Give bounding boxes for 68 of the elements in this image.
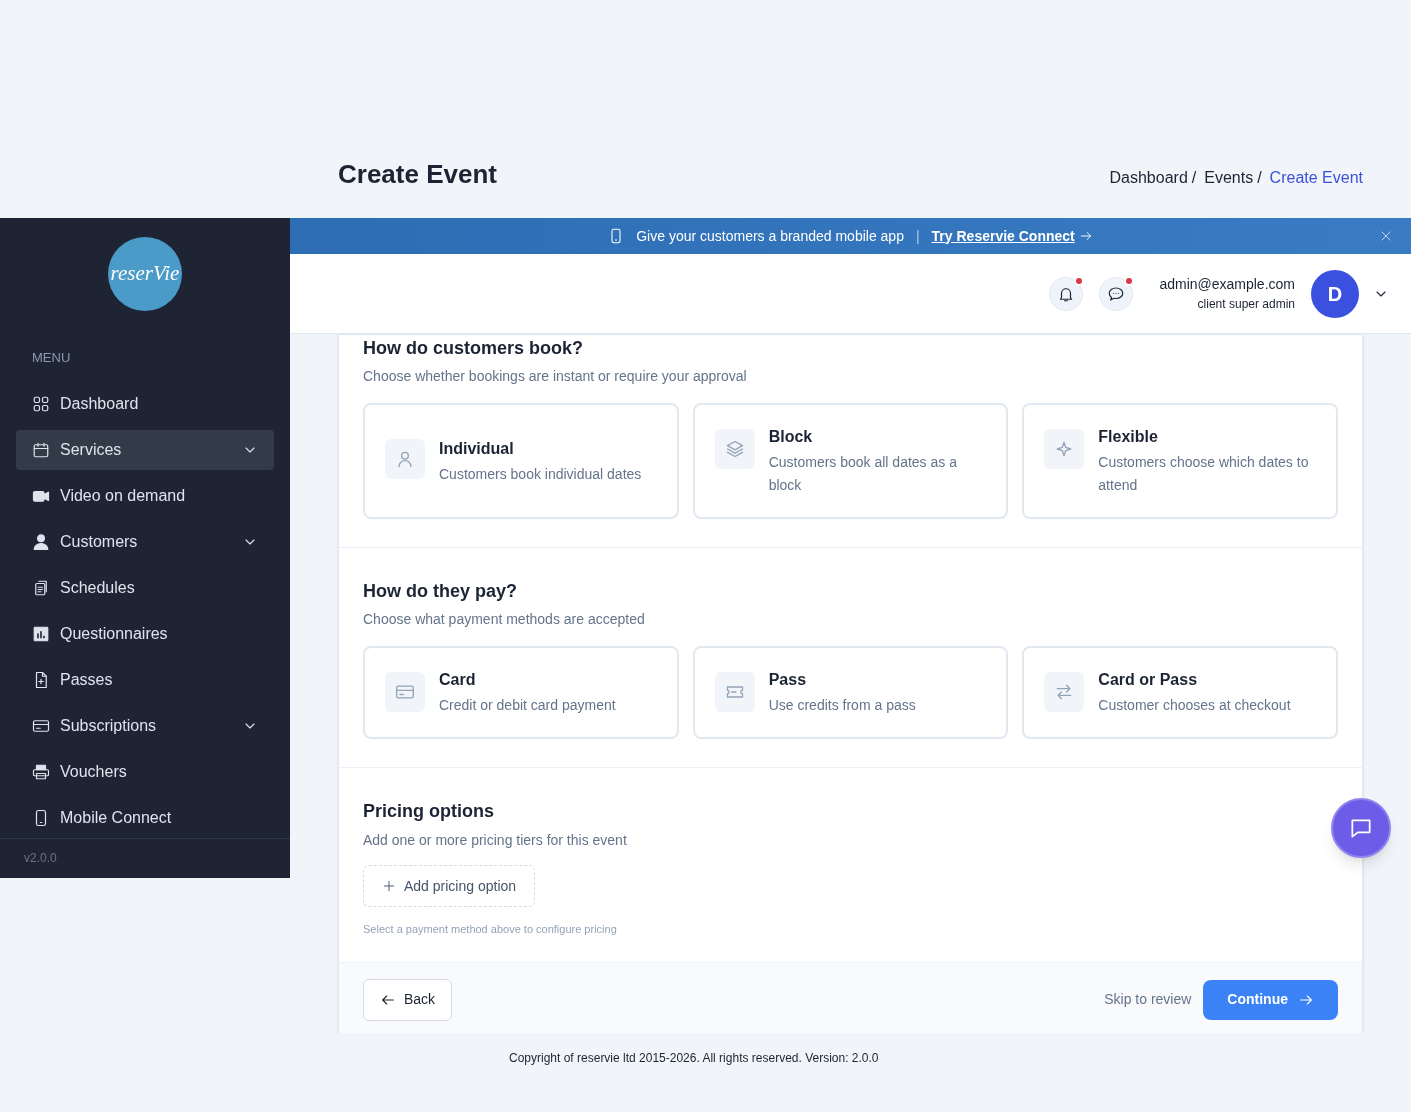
section-title: Pricing options [363, 800, 495, 823]
option-title: Flexible [1098, 427, 1159, 447]
sidebar-item[interactable]: Services [16, 429, 274, 470]
banner-separator: | [915, 226, 920, 246]
messages-button[interactable] [1099, 276, 1134, 311]
bar-chart-icon [32, 624, 50, 643]
option-title: Card or Pass [1098, 670, 1199, 690]
clipboard-icon [32, 578, 50, 597]
sidebar-item[interactable]: Video on demand [16, 475, 274, 516]
option-title: Card [439, 670, 477, 690]
plus-icon [382, 879, 396, 893]
option-description: Customers book individual dates [439, 464, 642, 484]
option-title: Individual [439, 438, 515, 459]
option-card[interactable]: Pass Use credits from a pass [692, 646, 1009, 739]
sidebar-item[interactable]: Vouchers [16, 751, 274, 792]
option-description: Credit or debit card payment [439, 696, 616, 715]
user-role: client super admin [1197, 296, 1295, 313]
user-icon [32, 532, 50, 551]
option-description: Customers choose which dates to attend [1098, 453, 1310, 495]
option-title: Block [768, 427, 814, 447]
sidebar-item[interactable]: Customers [16, 521, 274, 562]
sidebar-item[interactable]: Passes [16, 659, 274, 700]
layers-icon [724, 439, 745, 459]
breadcrumb-separator: / [1257, 168, 1262, 188]
sidebar-item[interactable]: Dashboard [16, 383, 274, 424]
section-title: How do customers book? [363, 337, 585, 360]
notification-button[interactable] [1049, 276, 1084, 311]
continue-button[interactable]: Continue [1203, 979, 1338, 1020]
skip-link[interactable]: Skip to review [1104, 989, 1192, 1010]
arrow-right-icon [1078, 229, 1093, 243]
sidebar-item[interactable]: Schedules [16, 567, 274, 608]
breadcrumb-separator: / [1191, 168, 1197, 188]
section-title: How do they pay? [363, 580, 518, 603]
section-subtitle: Add one or more pricing tiers for this event [363, 831, 628, 850]
menu-label: MENU [32, 349, 72, 367]
option-card[interactable]: Flexible Customers choose which dates to attend [1022, 403, 1338, 519]
pricing-hint: Select a payment method above to configure pricing [363, 922, 618, 937]
option-card[interactable]: Card or Pass Customer chooses at checkout [1022, 646, 1338, 739]
close-button[interactable] [1379, 229, 1393, 243]
back-button[interactable]: Back [363, 978, 453, 1021]
option-description: Use credits from a pass [768, 696, 916, 715]
banner-text: Give your customers a branded mobile app [636, 226, 904, 246]
option-description: Customer chooses at checkout [1098, 696, 1291, 715]
sidebar-item[interactable]: Subscriptions [16, 705, 274, 746]
section-subtitle: Choose what payment methods are accepted [363, 610, 646, 629]
option-card[interactable]: Block Customers book all dates as a block [692, 403, 1009, 519]
chat-button[interactable] [1331, 798, 1391, 858]
calendar-icon [32, 440, 50, 459]
option-description: Customers book all dates as a block [768, 453, 958, 495]
breadcrumb-link[interactable]: Events [1204, 166, 1254, 190]
option-card[interactable]: Card Credit or debit card payment [363, 646, 679, 739]
user-avatar[interactable]: D [1311, 269, 1359, 318]
printer-icon [32, 762, 50, 781]
section-subtitle: Choose whether bookings are instant or require your approval [363, 367, 748, 386]
option-title: Pass [768, 670, 808, 690]
breadcrumb-link[interactable]: Dashboard [1109, 166, 1188, 190]
add-pricing-button[interactable]: Add pricing option [363, 865, 536, 907]
page-title: Create Event [338, 158, 497, 191]
copyright-text: Copyright of reservie ltd 2015-2026. All rights reserved. Version: 2.0.0 [509, 1051, 879, 1065]
sidebar-item[interactable]: Mobile Connect [16, 797, 274, 838]
grid-icon [32, 394, 50, 413]
sidebar-item[interactable]: Questionnaires [16, 613, 274, 654]
banner-link[interactable]: Try Reservie Connect [931, 225, 1093, 247]
version-label: v2.0.0 [24, 850, 57, 868]
option-card[interactable]: Individual Customers book individual dates [363, 403, 679, 519]
breadcrumb-link[interactable]: Create Event [1269, 166, 1363, 190]
chat-bubble-icon [1107, 284, 1126, 303]
user-email: admin@example.com [1159, 275, 1295, 294]
